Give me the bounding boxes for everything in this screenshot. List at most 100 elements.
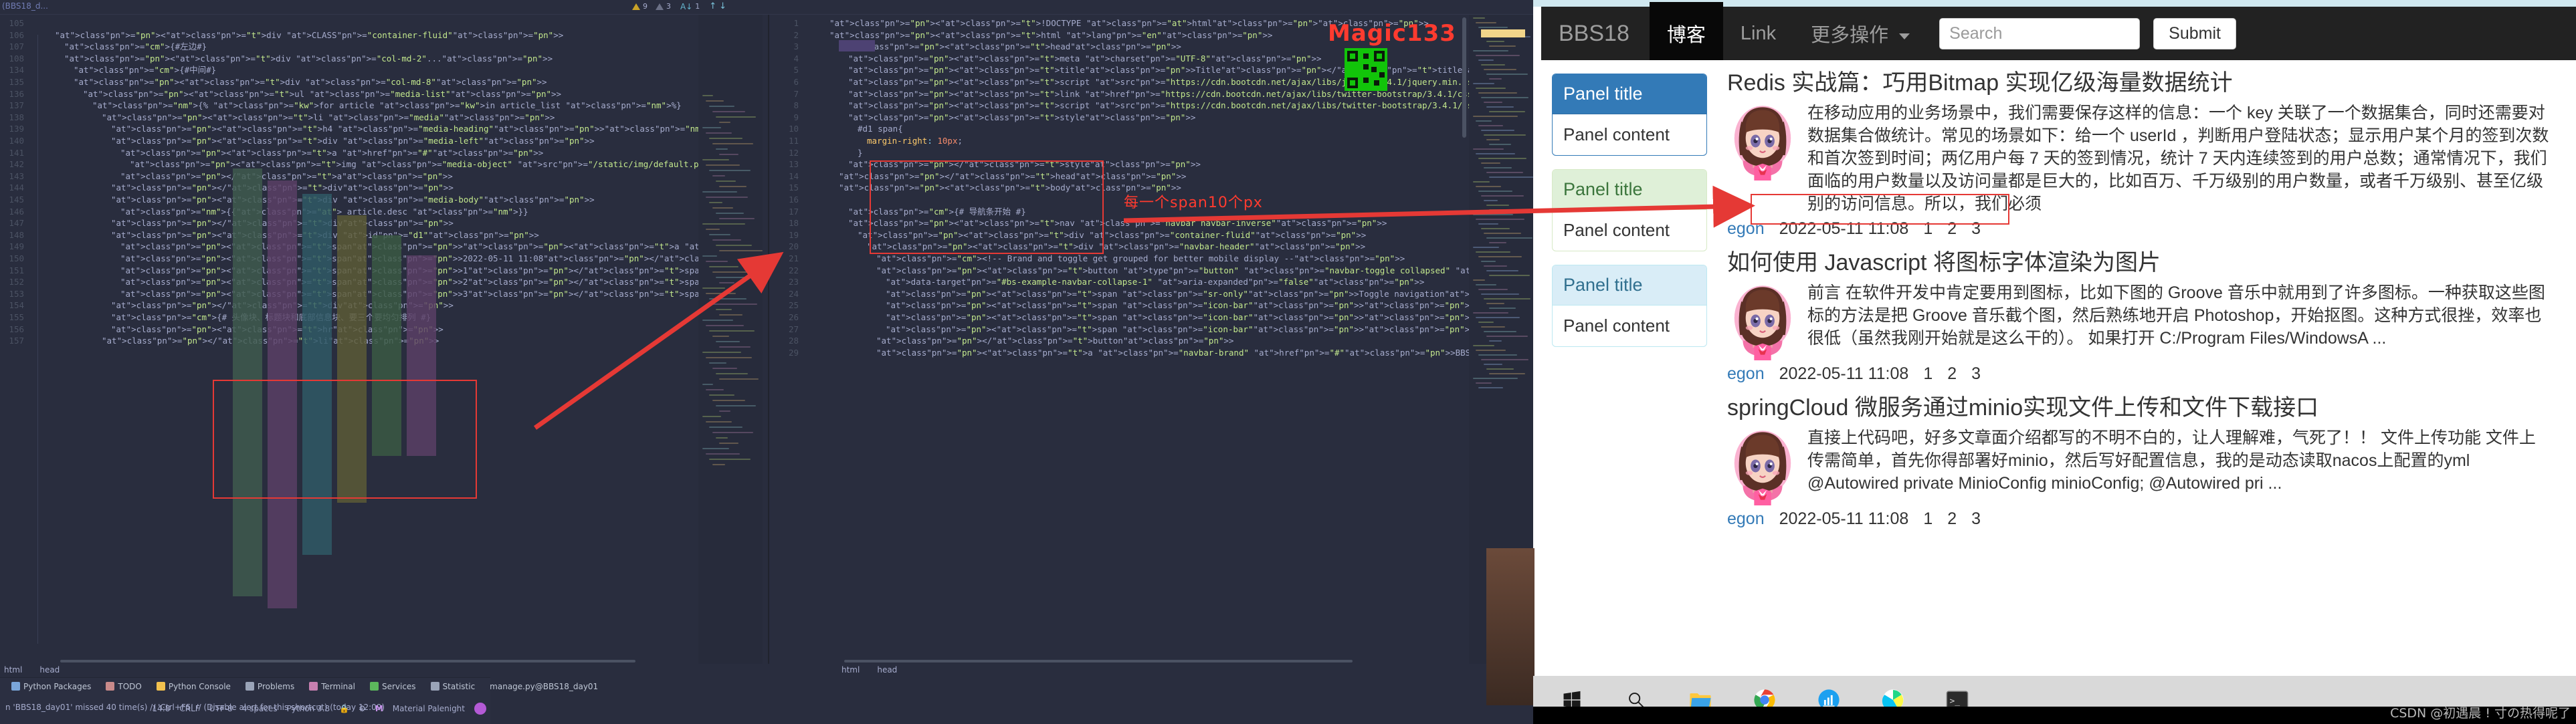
lock-icon[interactable]: 🔒: [339, 704, 349, 713]
article-counter[interactable]: 2: [1947, 509, 1957, 529]
code-line[interactable]: "at">class"pn">="pn"><"at">class"pn">="t…: [876, 265, 1533, 277]
tool-window-tab-todo[interactable]: TODO: [98, 682, 148, 691]
author-avatar[interactable]: [1727, 427, 1798, 505]
author-avatar[interactable]: [1727, 281, 1798, 360]
theme-name[interactable]: Material Palenight: [393, 704, 465, 713]
vertical-scrollbar[interactable]: [1462, 17, 1466, 138]
left-breadcrumb[interactable]: html head: [0, 664, 60, 676]
article-counter[interactable]: 3: [1971, 509, 1981, 529]
right-code-content[interactable]: "at">class"pn">="pn"><"at">class"pn">="t…: [829, 15, 1533, 664]
code-line[interactable]: "at">class"pn">="cm"><!-- Brand and togg…: [876, 253, 1405, 265]
code-line[interactable]: "at">class"pn">="cm">{#中间#}: [74, 64, 216, 76]
article-counter[interactable]: 1: [1923, 509, 1933, 529]
article-author[interactable]: egon: [1727, 219, 1765, 239]
code-line[interactable]: "at">class"pn">="pn"></"at">class"pn">="…: [848, 158, 1201, 170]
code-line[interactable]: "at">class"pn">="cm">{# 导航条开始 #}: [848, 206, 1026, 218]
code-line[interactable]: "at">class"pn">="pn"></"at">class"pn">="…: [876, 335, 1233, 347]
breadcrumb-html[interactable]: html: [4, 665, 22, 675]
gear-icon[interactable]: ⚙: [359, 704, 366, 713]
code-line[interactable]: "at">class"pn">="pn"><"at">class"pn">="t…: [848, 112, 1195, 124]
code-line[interactable]: "at">class"pn">="pn"><"at">class"pn">="t…: [111, 123, 763, 135]
article-title[interactable]: 如何使用 Javascript 将图标字体渲染为图片: [1727, 248, 2552, 277]
code-line[interactable]: "at">class"pn">="pn"><"at">class"pn">="t…: [876, 347, 1533, 359]
breadcrumb-head[interactable]: head: [39, 665, 60, 675]
code-line[interactable]: "at">class"pn">="pn"><"at">class"pn">="t…: [886, 299, 1533, 312]
tool-window-tab-problems[interactable]: Problems: [238, 682, 302, 691]
code-line[interactable]: "at">class"pn">="pn"><"at">class"pn">="t…: [839, 41, 1181, 53]
tool-window-tab-statistic[interactable]: Statistic: [423, 682, 483, 691]
search-input[interactable]: Search: [1939, 17, 2141, 49]
article-counter[interactable]: 1: [1923, 219, 1933, 239]
tool-window-bar[interactable]: Python Packages TODO Python Console Problem…: [0, 677, 598, 695]
editor-splitter[interactable]: [768, 15, 769, 664]
article-title[interactable]: springCloud 微服务通过minio实现文件上传和文件下载接口: [1727, 393, 2552, 423]
code-line[interactable]: "at">class"pn">="pn"><"at">class"pn">="t…: [120, 288, 763, 300]
inspection-widget[interactable]: 9 3 A↓ 1 ↑ ↓: [632, 1, 726, 11]
code-line[interactable]: "at">data-target"pn">="#bs-example-navba…: [886, 276, 1424, 288]
code-line[interactable]: "at">class"pn">="pn"><"at">class"pn">="t…: [848, 76, 1533, 88]
file-encoding[interactable]: UTF-8: [209, 704, 233, 713]
code-line[interactable]: margin-right: 10px;: [867, 135, 963, 147]
code-line[interactable]: "at">class"pn">="pn"><"at">class"pn">="t…: [74, 76, 547, 88]
tool-window-tab-terminal[interactable]: Terminal: [302, 682, 363, 691]
tool-window-tab-manage-py-bbs18-day01[interactable]: manage.py@BBS18_day01: [482, 682, 605, 691]
code-line[interactable]: "at">class"pn">="pn"><"at">class"pn">="t…: [848, 100, 1533, 112]
article-counter[interactable]: 2: [1947, 219, 1957, 239]
code-line[interactable]: "at">class"pn">="pn"><"at">class"pn">="t…: [848, 53, 1322, 65]
prev-problem-icon[interactable]: ↑: [709, 1, 716, 11]
code-line[interactable]: "at">class"pn">="pn"><"at">class"pn">="t…: [120, 241, 763, 253]
breadcrumb-html[interactable]: html: [841, 665, 860, 675]
nav-item-more[interactable]: 更多操作: [1793, 2, 1927, 65]
line-separator[interactable]: CRLF: [179, 704, 199, 713]
code-line[interactable]: "at">class"pn">="pn"><"at">class"pn">="t…: [111, 135, 595, 147]
editor-tab-label[interactable]: (BBS18_d...: [2, 1, 48, 11]
code-line[interactable]: "at">class"pn">="pn"><"at">class"pn">="t…: [130, 158, 763, 170]
code-line[interactable]: "at">class"pn">="pn"><"at">class"pn">="t…: [120, 265, 763, 277]
interpreter[interactable]: Python 3.8: [287, 704, 330, 713]
code-line[interactable]: "at">class"pn">="pn"><"at">class"pn">="t…: [848, 217, 1387, 229]
code-line[interactable]: "at">class"pn">="pn"><"at">class"pn">="t…: [858, 229, 1366, 241]
code-line[interactable]: "at">class"pn">="pn"><"at">class"pn">="t…: [55, 29, 563, 41]
code-line[interactable]: "at">class"pn">="pn"><"at">class"pn">="t…: [120, 276, 763, 288]
code-line[interactable]: "at">class"pn">="pn"><"at">class"pn">="t…: [886, 312, 1533, 324]
indent-setting[interactable]: 4 spaces: [242, 704, 278, 713]
code-line[interactable]: "at">class"pn">="pn"><"at">class"pn">="t…: [83, 88, 561, 100]
left-code-editor[interactable]: 105 106 107 108 134 135 136 137 138 139 140 141 142 1…: [0, 15, 763, 664]
avatar[interactable]: [474, 703, 486, 715]
code-line[interactable]: #d1 span{: [858, 123, 903, 135]
code-line[interactable]: "at">class"pn">="pn"><"at">class"pn">="t…: [886, 288, 1533, 300]
submit-button[interactable]: Submit: [2153, 17, 2236, 49]
code-line[interactable]: }: [858, 147, 863, 159]
code-line[interactable]: "at">class"pn">="cm">{#左边#}: [64, 41, 207, 53]
tool-window-tab-python-packages[interactable]: Python Packages: [4, 682, 98, 691]
tool-window-tab-services[interactable]: Services: [363, 682, 423, 691]
right-breadcrumb[interactable]: html head: [837, 664, 897, 676]
code-line[interactable]: "at">class"pn">="pn"><"at">class"pn">="t…: [848, 88, 1533, 100]
code-line[interactable]: "at">class"pn">="nm">{% "at">class"pn">=…: [92, 100, 682, 112]
nav-item-blog[interactable]: 博客: [1649, 2, 1723, 65]
breadcrumb-head[interactable]: head: [877, 665, 897, 675]
article-counter[interactable]: 2: [1947, 364, 1957, 384]
article-author[interactable]: egon: [1727, 364, 1765, 384]
code-line[interactable]: "at">class"pn">="pn"><"at">class"pn">="t…: [120, 253, 763, 265]
article-counter[interactable]: 3: [1971, 219, 1981, 239]
code-line[interactable]: "at">class"pn">="pn"><"at">class"pn">="t…: [120, 147, 543, 159]
status-right-group[interactable]: 14:8 CRLF UTF-8 4 spaces Python 3.8 🔒 ⚙ M Materi…: [152, 703, 486, 715]
tool-window-tab-python-console[interactable]: Python Console: [149, 682, 238, 691]
right-horizontal-scrollbar[interactable]: [844, 660, 1353, 662]
caret-position[interactable]: 14:8: [152, 704, 170, 713]
code-line[interactable]: "at">class"pn">="pn"><"at">class"pn">="t…: [102, 112, 555, 124]
article-counter[interactable]: 1: [1923, 364, 1933, 384]
author-avatar[interactable]: [1727, 102, 1798, 180]
code-line[interactable]: "at">class"pn">="pn"><"at">class"pn">="t…: [848, 64, 1533, 76]
navbar-brand[interactable]: BBS18: [1541, 21, 1650, 47]
article-counter[interactable]: 3: [1971, 364, 1981, 384]
code-line[interactable]: "at">class"pn">="pn"><"at">class"pn">="t…: [829, 29, 1272, 41]
nav-item-link[interactable]: Link: [1723, 5, 1793, 62]
article-title[interactable]: Redis 实战篇：巧用Bitmap 实现亿级海量数据统计: [1727, 68, 2552, 98]
left-horizontal-scrollbar[interactable]: [60, 660, 635, 662]
article-author[interactable]: egon: [1727, 509, 1765, 529]
code-line[interactable]: "at">class"pn">="pn"><"at">class"pn">="t…: [886, 324, 1533, 336]
next-problem-icon[interactable]: ↓: [719, 1, 726, 11]
code-line[interactable]: "at">class"pn">="pn"><"at">class"pn">="t…: [867, 241, 1365, 253]
